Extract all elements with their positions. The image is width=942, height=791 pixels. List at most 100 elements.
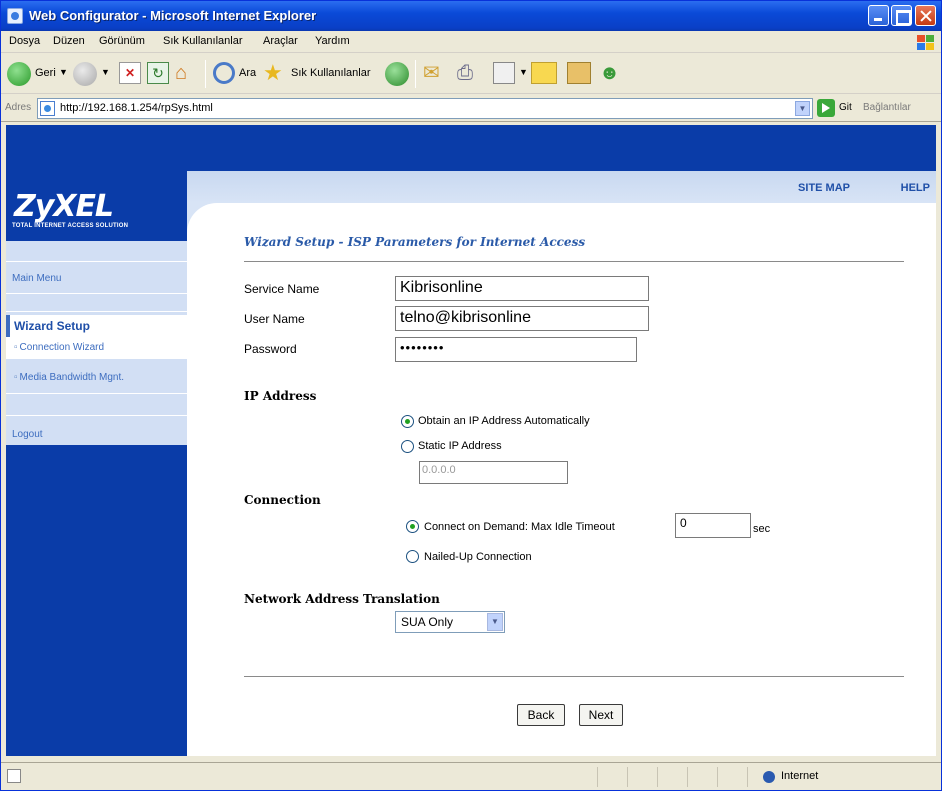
page-icon [40,101,55,116]
address-dropdown-icon[interactable]: ▼ [795,101,810,116]
maximize-button[interactable] [891,5,912,26]
sidebar: ZyXEL TOTAL INTERNET ACCESS SOLUTION Mai… [6,171,187,756]
messenger-icon[interactable]: ☻ [599,62,625,86]
stop-icon[interactable]: ✕ [119,62,141,84]
zone-label: Internet [781,770,819,782]
nat-value: SUA Only [401,615,454,629]
site-map-link[interactable]: SITE MAP [798,182,850,194]
favorites-label[interactable]: Sık Kullanılanlar [291,67,371,79]
folder-icon[interactable] [531,62,557,84]
idle-timeout-input[interactable]: 0 [675,513,751,538]
service-name-label: Service Name [244,282,320,296]
user-name-input[interactable]: telno@kibrisonline [395,306,649,331]
nat-select[interactable]: SUA Only ▼ [395,611,505,633]
ip-auto-radio[interactable] [401,415,414,428]
static-ip-input[interactable]: 0.0.0.0 [419,461,568,484]
edit-dropdown-icon[interactable]: ▼ [519,67,528,77]
nav-separator [6,393,187,394]
minimize-button[interactable] [868,5,889,26]
nailed-up-label[interactable]: Nailed-Up Connection [424,551,532,563]
sidebar-item-main-menu[interactable]: Main Menu [6,273,187,284]
chevron-down-icon[interactable]: ▼ [487,613,503,631]
top-band [6,125,936,171]
search-label[interactable]: Ara [239,67,256,79]
menu-file[interactable]: Dosya [9,35,40,47]
nav-separator [6,311,187,312]
go-button[interactable]: Git [839,102,852,113]
connection-wizard-label: Connection Wizard [19,342,105,353]
connect-on-demand-radio[interactable] [406,520,419,533]
address-label: Adres [5,102,32,113]
content-corner [187,203,217,233]
header-strip: SITE MAP HELP [187,171,936,203]
history-icon[interactable] [385,62,409,86]
nailed-up-radio[interactable] [406,550,419,563]
ie-icon [7,8,23,24]
back-button[interactable]: Back [517,704,565,726]
home-icon[interactable]: ⌂ [175,62,199,86]
divider [244,676,904,677]
zyxel-logo: ZyXEL [14,189,114,224]
connection-heading: Connection [244,493,321,507]
globe-icon [763,771,775,783]
menu-bar: Dosya Düzen Görünüm Sık Kullanılanlar Ar… [1,31,941,53]
menu-tools[interactable]: Araçlar [263,35,298,47]
ip-static-radio[interactable] [401,440,414,453]
logo-area: ZyXEL TOTAL INTERNET ACCESS SOLUTION [6,171,187,241]
sidebar-item-logout[interactable]: Logout [6,429,187,440]
password-input[interactable]: •••••••• [395,337,637,362]
ip-static-label[interactable]: Static IP Address [418,440,502,452]
media-bandwidth-label: Media Bandwidth Mgnt. [19,372,125,383]
sec-label: sec [753,523,771,535]
address-url[interactable]: http://192.168.1.254/rpSys.html [60,102,213,114]
search-icon[interactable] [213,62,235,84]
user-name-label: User Name [244,312,305,326]
page-title: Wizard Setup - ISP Parameters for Intern… [244,235,586,249]
research-icon[interactable] [567,62,591,84]
sidebar-item-connection-wizard[interactable]: ▫ Connection Wizard [6,337,187,359]
sidebar-item-media-bandwidth[interactable]: ▫ Media Bandwidth Mgnt. [6,367,187,389]
next-button[interactable]: Next [579,704,623,726]
help-link[interactable]: HELP [901,182,930,194]
bullet-icon: ▫ [14,372,18,383]
links-button[interactable]: Bağlantılar [863,102,911,113]
nav-separator [6,293,187,294]
nav-separator [6,261,187,262]
status-bar: Internet [1,762,941,790]
menu-view[interactable]: Görünüm [99,35,145,47]
print-icon[interactable]: ⎙ [457,62,483,86]
toolbar: Geri ▼ ▼ ✕ ↻ ⌂ Ara ★ Sık Kullanılanlar ✉… [1,54,941,94]
title-bar: Web Configurator - Microsoft Internet Ex… [1,1,941,31]
window-title: Web Configurator - Microsoft Internet Ex… [29,8,317,23]
back-arrow-icon[interactable] [7,62,31,86]
forward-dropdown-icon[interactable]: ▼ [101,67,110,77]
ip-auto-label[interactable]: Obtain an IP Address Automatically [418,415,590,427]
mail-icon[interactable]: ✉ [423,62,451,86]
edit-icon[interactable] [493,62,515,84]
nav-separator [6,415,187,416]
menu-edit[interactable]: Düzen [53,35,85,47]
ip-address-heading: IP Address [244,389,317,403]
go-arrow-icon[interactable] [817,99,835,117]
menu-favorites[interactable]: Sık Kullanılanlar [163,35,243,47]
menu-help[interactable]: Yardım [315,35,350,47]
page-status-icon [7,769,21,783]
password-label: Password [244,342,297,356]
close-button[interactable] [915,5,936,26]
address-bar: Adres http://192.168.1.254/rpSys.html ▼ … [1,95,941,122]
windows-flag-icon [913,32,937,52]
bullet-icon: ▫ [14,342,18,353]
connect-on-demand-label[interactable]: Connect on Demand: Max Idle Timeout [424,521,615,533]
favorites-star-icon[interactable]: ★ [263,62,289,86]
service-name-input[interactable]: Kibrisonline [395,276,649,301]
toolbar-separator [205,60,206,88]
back-dropdown-icon[interactable]: ▼ [59,67,68,77]
address-input[interactable]: http://192.168.1.254/rpSys.html ▼ [37,98,813,119]
sidebar-item-wizard-setup[interactable]: Wizard Setup [6,315,187,337]
back-label[interactable]: Geri [35,67,56,79]
refresh-icon[interactable]: ↻ [147,62,169,84]
nat-heading: Network Address Translation [244,592,440,606]
divider [244,261,904,262]
logo-tagline: TOTAL INTERNET ACCESS SOLUTION [12,223,129,229]
forward-arrow-icon[interactable] [73,62,97,86]
